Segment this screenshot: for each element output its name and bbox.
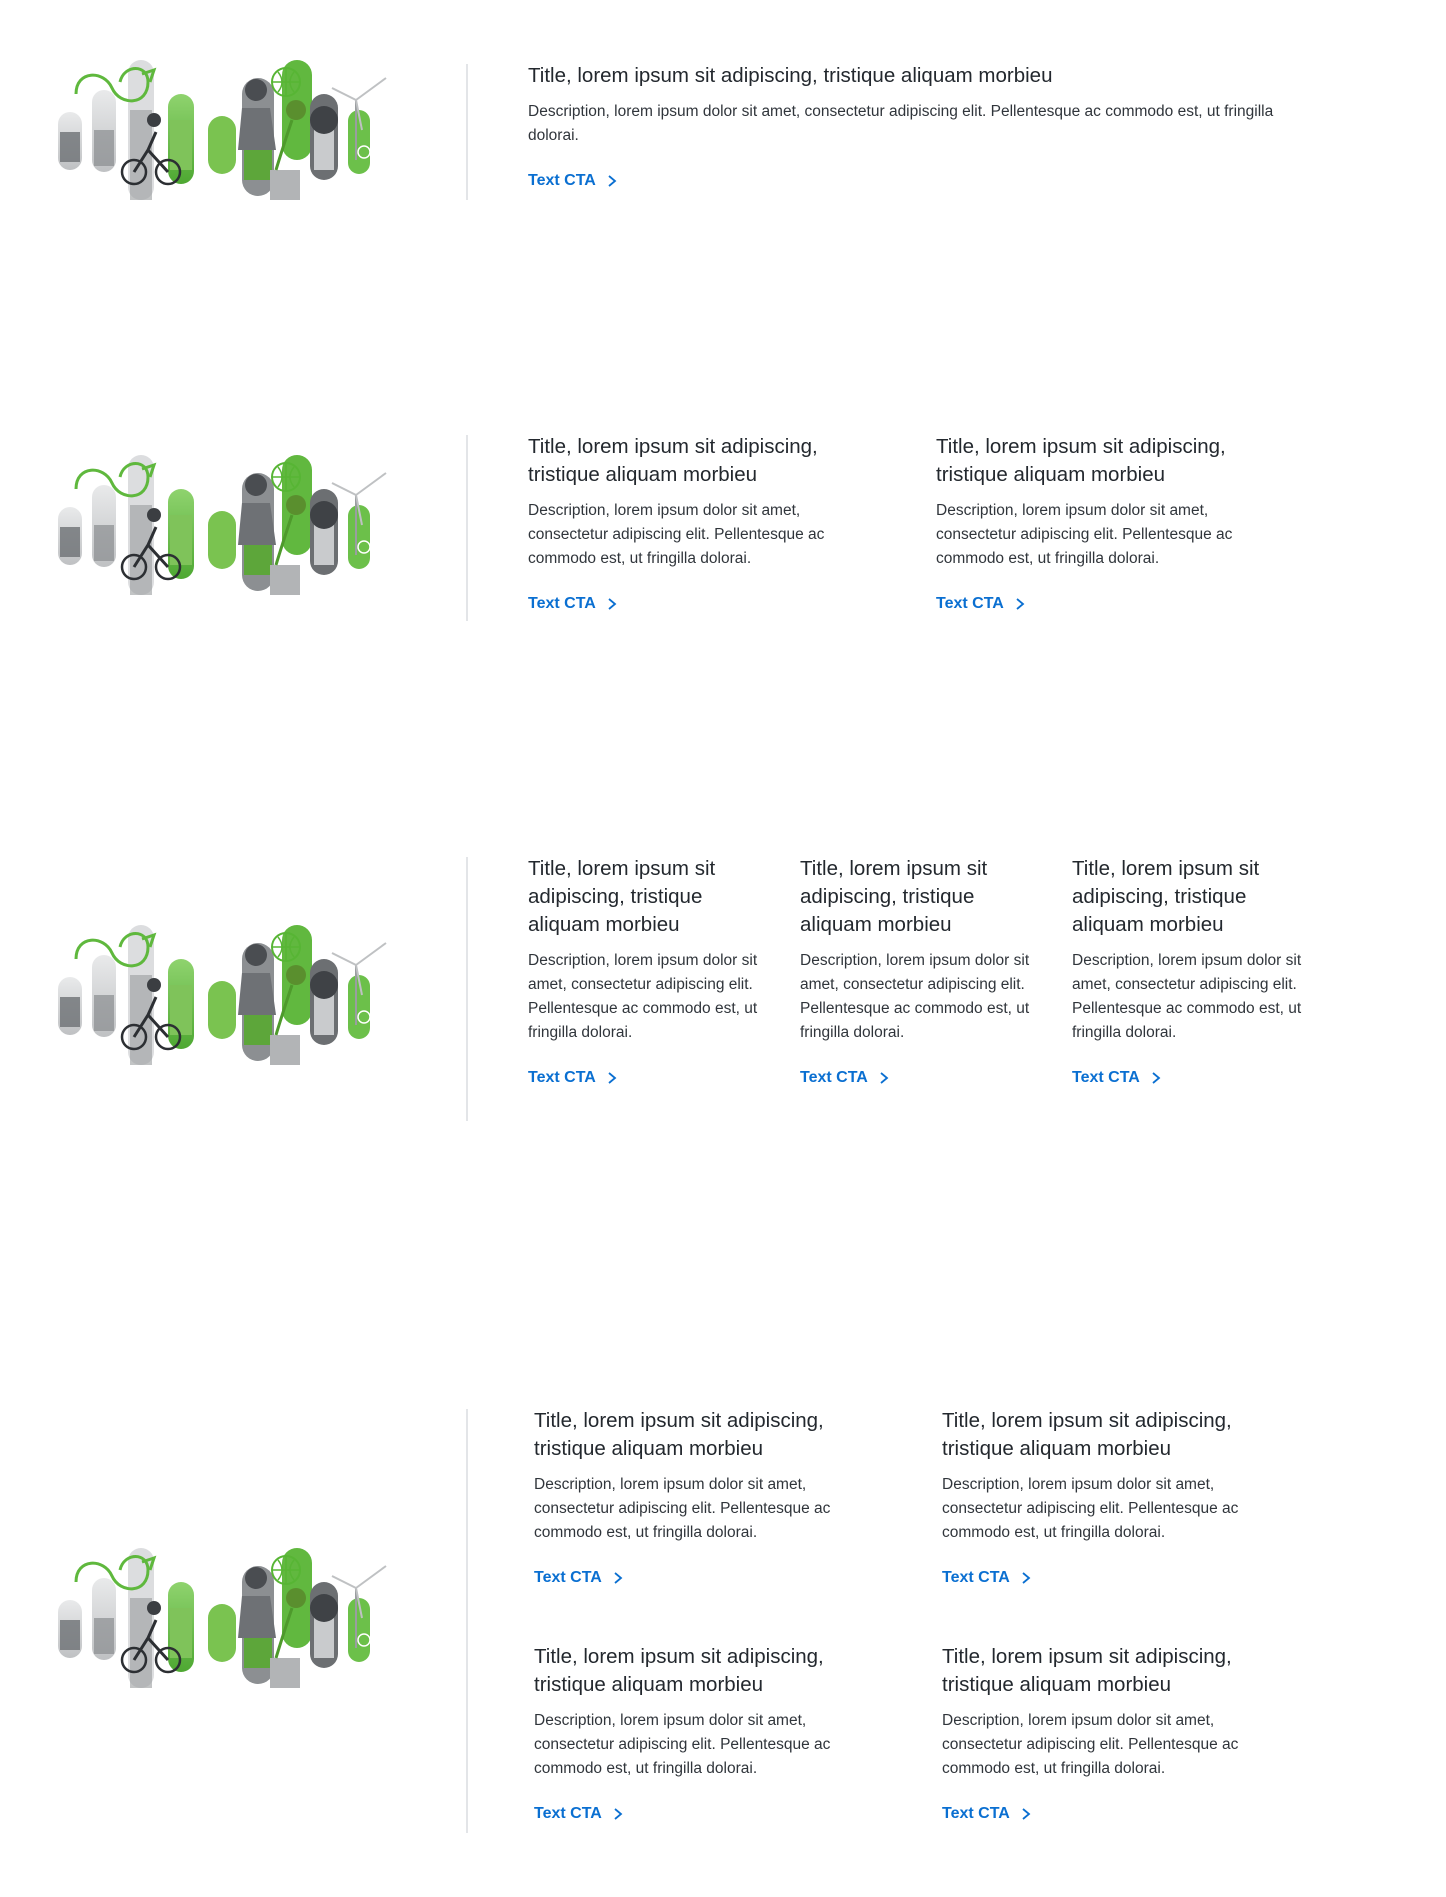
card-cta-link[interactable]: Text CTA: [936, 595, 1026, 613]
card-cta-link[interactable]: Text CTA: [528, 172, 618, 190]
sustainability-collage-image: [56, 455, 412, 595]
card: Title, lorem ipsum sit adipiscing, trist…: [528, 433, 868, 613]
card-description: Description, lorem ipsum dolor sit amet,…: [942, 1476, 1239, 1541]
sustainability-collage-image: [56, 925, 412, 1065]
card-title: Title, lorem ipsum sit adipiscing, trist…: [528, 435, 818, 486]
card-description: Description, lorem ipsum dolor sit amet,…: [1072, 952, 1302, 1041]
card-description: Description, lorem ipsum dolor sit amet,…: [800, 952, 1030, 1041]
card-description: Description, lorem ipsum dolor sit amet,…: [528, 502, 825, 567]
chevron-right-icon: [1020, 1807, 1032, 1821]
chevron-right-icon: [606, 174, 618, 188]
card: Title, lorem ipsum sit adipiscing, trist…: [528, 855, 760, 1087]
card: Title, lorem ipsum sit adipiscing, trist…: [942, 1407, 1282, 1587]
card-description: Description, lorem ipsum dolor sit amet,…: [942, 1712, 1239, 1777]
chevron-right-icon: [612, 1571, 624, 1585]
section-divider: [466, 64, 468, 200]
card: Title, lorem ipsum sit adipiscing, trist…: [800, 855, 1032, 1087]
cta-label: Text CTA: [936, 595, 1004, 612]
chevron-right-icon: [878, 1071, 890, 1085]
card: Title, lorem ipsum sit adipiscing, trist…: [528, 62, 1288, 190]
card-title: Title, lorem ipsum sit adipiscing, trist…: [942, 1645, 1232, 1696]
card-title: Title, lorem ipsum sit adipiscing, trist…: [936, 435, 1226, 486]
card-title: Title, lorem ipsum sit adipiscing, trist…: [800, 857, 988, 936]
chevron-right-icon: [1020, 1571, 1032, 1585]
card-description: Description, lorem ipsum dolor sit amet,…: [534, 1712, 831, 1777]
cta-label: Text CTA: [534, 1569, 602, 1586]
cta-label: Text CTA: [528, 1069, 596, 1086]
card-title: Title, lorem ipsum sit adipiscing, trist…: [528, 64, 1053, 87]
card-cta-link[interactable]: Text CTA: [528, 1069, 618, 1087]
sustainability-collage-image: [56, 60, 412, 200]
cta-label: Text CTA: [528, 595, 596, 612]
chevron-right-icon: [1150, 1071, 1162, 1085]
card: Title, lorem ipsum sit adipiscing, trist…: [534, 1407, 874, 1587]
card-title: Title, lorem ipsum sit adipiscing, trist…: [528, 857, 716, 936]
cta-label: Text CTA: [800, 1069, 868, 1086]
cta-label: Text CTA: [534, 1805, 602, 1822]
chevron-right-icon: [606, 1071, 618, 1085]
section-divider: [466, 857, 468, 1121]
card-title: Title, lorem ipsum sit adipiscing, trist…: [1072, 857, 1260, 936]
card-cta-link[interactable]: Text CTA: [800, 1069, 890, 1087]
sustainability-collage-image: [56, 1548, 412, 1688]
chevron-right-icon: [606, 597, 618, 611]
card-description: Description, lorem ipsum dolor sit amet,…: [528, 103, 1274, 144]
card-title: Title, lorem ipsum sit adipiscing, trist…: [534, 1645, 824, 1696]
card: Title, lorem ipsum sit adipiscing, trist…: [534, 1643, 874, 1823]
card: Title, lorem ipsum sit adipiscing, trist…: [942, 1643, 1282, 1823]
card-description: Description, lorem ipsum dolor sit amet,…: [534, 1476, 831, 1541]
card-cta-link[interactable]: Text CTA: [1072, 1069, 1162, 1087]
chevron-right-icon: [1014, 597, 1026, 611]
card-title: Title, lorem ipsum sit adipiscing, trist…: [942, 1409, 1232, 1460]
cta-label: Text CTA: [528, 172, 596, 189]
card-title: Title, lorem ipsum sit adipiscing, trist…: [534, 1409, 824, 1460]
card-description: Description, lorem ipsum dolor sit amet,…: [528, 952, 758, 1041]
section-divider: [466, 435, 468, 621]
card-cta-link[interactable]: Text CTA: [534, 1805, 624, 1823]
card: Title, lorem ipsum sit adipiscing, trist…: [1072, 855, 1304, 1087]
card: Title, lorem ipsum sit adipiscing, trist…: [936, 433, 1276, 613]
card-description: Description, lorem ipsum dolor sit amet,…: [936, 502, 1233, 567]
card-cta-link[interactable]: Text CTA: [942, 1805, 1032, 1823]
card-cta-link[interactable]: Text CTA: [528, 595, 618, 613]
card-cta-link[interactable]: Text CTA: [942, 1569, 1032, 1587]
card-cta-link[interactable]: Text CTA: [534, 1569, 624, 1587]
section-divider: [466, 1409, 468, 1833]
cta-label: Text CTA: [942, 1569, 1010, 1586]
cta-label: Text CTA: [942, 1805, 1010, 1822]
chevron-right-icon: [612, 1807, 624, 1821]
cta-label: Text CTA: [1072, 1069, 1140, 1086]
